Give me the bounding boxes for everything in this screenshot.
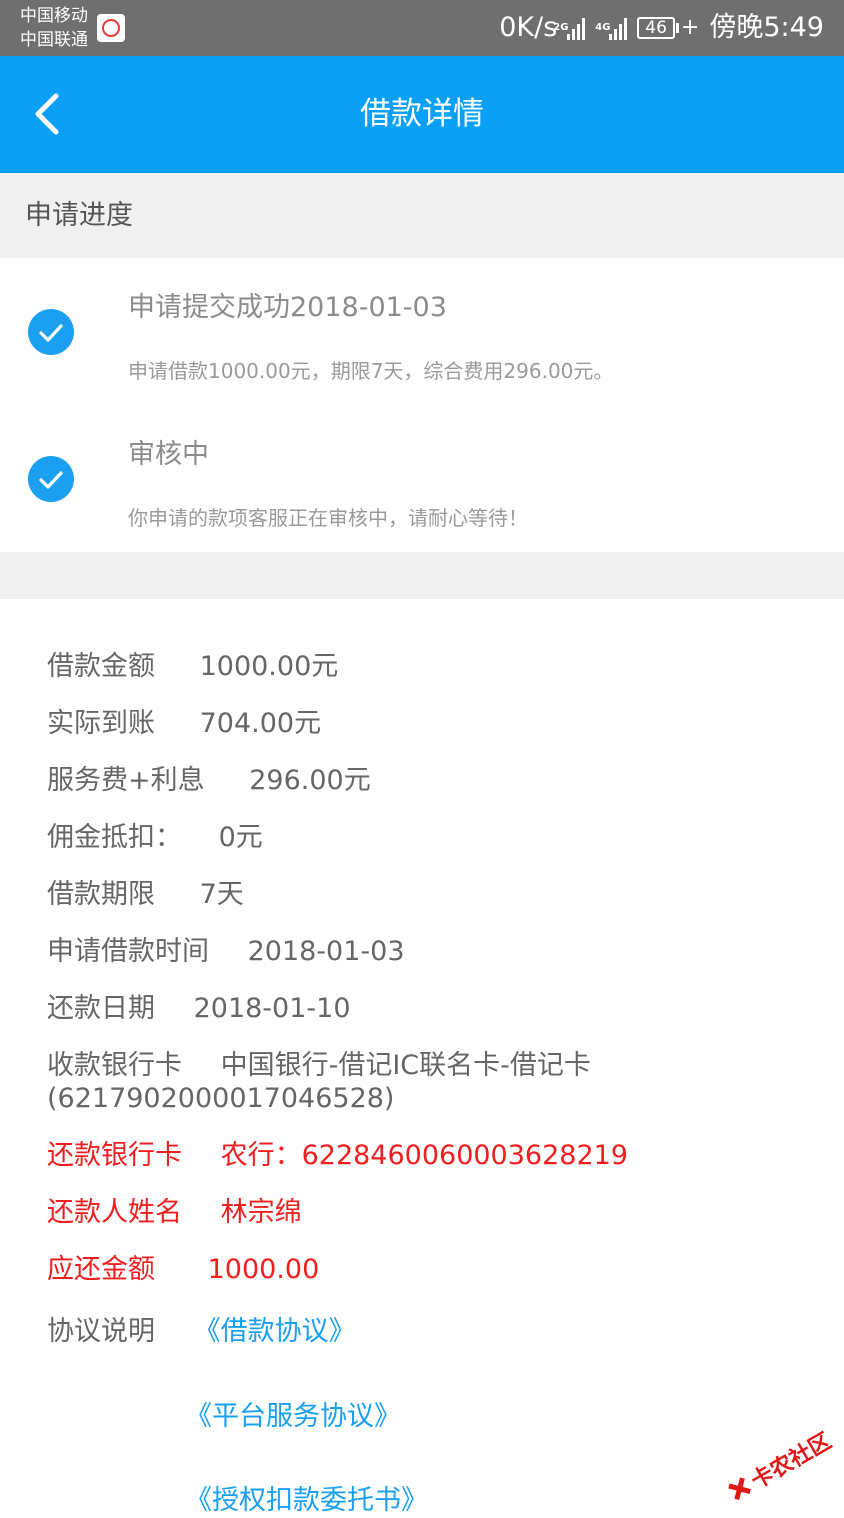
- detail-fee-interest: 服务费+利息 296.00元: [47, 765, 371, 796]
- status-bar: 中国移动 中国联通 0K/s 2G 4G 46 + 傍晚5:49: [0, 0, 844, 56]
- carrier-2: 中国联通: [20, 30, 88, 50]
- link-platform-service-agreement[interactable]: 《平台服务协议》: [185, 1401, 401, 1432]
- network-speed: 0K/s: [499, 12, 558, 43]
- link-loan-agreement[interactable]: 《借款协议》: [194, 1316, 356, 1347]
- step-desc: 你申请的款项客服正在审核中，请耐心等待！: [128, 506, 528, 530]
- detail-term: 借款期限 7天: [47, 879, 244, 910]
- carrier-1: 中国移动: [20, 6, 88, 26]
- agreement-link-row: 《平台服务协议》: [185, 1400, 401, 1434]
- detail-commission: 佣金抵扣： 0元: [47, 822, 263, 853]
- app-header: 借款详情: [0, 56, 844, 173]
- detail-repay-card: 还款银行卡 农行：6228460060003628219: [47, 1140, 628, 1171]
- status-indicators: 0K/s 2G 4G 46 + 傍晚5:49: [499, 10, 824, 46]
- step-title: 申请提交成功2018-01-03: [128, 292, 447, 323]
- check-icon: [28, 456, 74, 502]
- detail-repay-date: 还款日期 2018-01-10: [47, 993, 351, 1024]
- receive-card-number: (6217902000017046528): [47, 1083, 395, 1114]
- progress-section-header: 申请进度: [0, 173, 844, 258]
- signal-2g-icon: 2G: [553, 16, 586, 40]
- signal-4g-label: 4G: [595, 22, 611, 33]
- detail-agreements: 协议说明 《借款协议》: [47, 1316, 356, 1347]
- carrier-logo-icon: [97, 14, 125, 42]
- agreement-link-row: 《授权扣款委托书》: [185, 1484, 428, 1518]
- signal-4g-icon: 4G: [595, 16, 628, 40]
- check-icon: [28, 309, 74, 355]
- page-title: 借款详情: [360, 96, 484, 132]
- detail-repayer-name: 还款人姓名 林宗绵: [47, 1197, 302, 1228]
- step-desc: 申请借款1000.00元，期限7天，综合费用296.00元。: [128, 359, 614, 383]
- detail-actual-received: 实际到账 704.00元: [47, 708, 322, 739]
- progress-list: 申请提交成功2018-01-03 申请借款1000.00元，期限7天，综合费用2…: [0, 258, 844, 552]
- detail-receive-card: 收款银行卡 中国银行-借记IC联名卡-借记卡: [47, 1050, 591, 1081]
- progress-section-title: 申请进度: [25, 200, 133, 231]
- battery-level: 46: [637, 17, 675, 39]
- step-title: 审核中: [128, 439, 209, 470]
- watermark-text: 卡农社区: [747, 1428, 836, 1495]
- carrier-names: 中国移动 中国联通: [20, 4, 88, 52]
- battery-icon: 46 +: [637, 10, 699, 46]
- link-debit-authorization[interactable]: 《授权扣款委托书》: [185, 1485, 428, 1516]
- detail-apply-time: 申请借款时间 2018-01-03: [47, 936, 405, 967]
- detail-due-amount: 应还金额 1000.00: [47, 1254, 320, 1285]
- clock: 傍晚5:49: [709, 12, 824, 43]
- section-divider: [0, 552, 844, 599]
- signal-2g-label: 2G: [553, 22, 569, 33]
- site-watermark: 卡农社区: [722, 1424, 837, 1509]
- detail-loan-amount: 借款金额 1000.00元: [47, 651, 339, 682]
